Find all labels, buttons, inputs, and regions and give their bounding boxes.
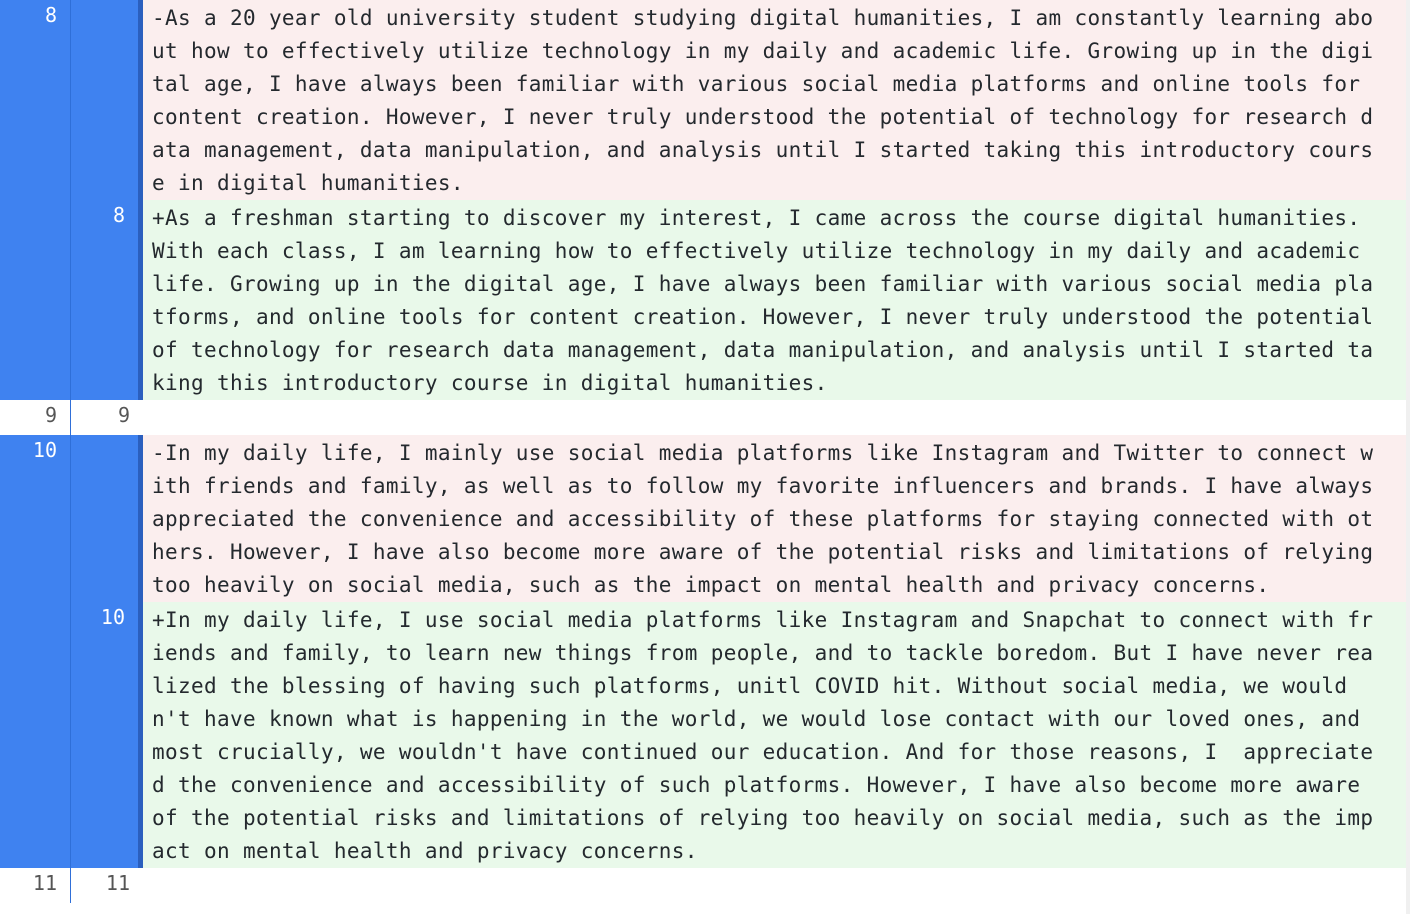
code-line: -As a 20 year old university student stu… xyxy=(152,6,1374,30)
code-line: ut how to effectively utilize technology… xyxy=(152,39,1374,63)
code-line: tforms, and online tools for content cre… xyxy=(152,305,1374,329)
code-line: ith friends and family, as well as to fo… xyxy=(152,474,1374,498)
code-content: -As a 20 year old university student stu… xyxy=(143,0,1410,200)
code-line: tal age, I have always been familiar wit… xyxy=(152,72,1361,96)
new-line-number[interactable] xyxy=(71,435,143,602)
diff-view: 8 -As a 20 year old university student st… xyxy=(0,0,1410,914)
new-line-number[interactable] xyxy=(71,0,143,200)
code-content: +As a freshman starting to discover my i… xyxy=(143,200,1410,400)
old-line-number[interactable]: 11 xyxy=(0,868,71,903)
code-line: lized the blessing of having such platfo… xyxy=(152,674,1348,698)
code-line: With each class, I am learning how to ef… xyxy=(152,239,1361,263)
code-line: most crucially, we wouldn't have continu… xyxy=(152,740,1374,764)
new-line-number[interactable]: 9 xyxy=(71,400,143,435)
new-line-number[interactable]: 11 xyxy=(71,868,143,903)
code-line: too heavily on social media, such as the… xyxy=(152,573,1270,597)
code-line: content creation. However, I never truly… xyxy=(152,105,1374,129)
old-line-number[interactable]: 8 xyxy=(0,0,71,200)
context-line: 11 11 xyxy=(0,868,1410,903)
added-line-block: 8 +As a freshman starting to discover my … xyxy=(0,200,1410,400)
old-line-number[interactable] xyxy=(0,200,71,400)
code-line: +In my daily life, I use social media pl… xyxy=(152,608,1374,632)
code-line: e in digital humanities. xyxy=(152,171,464,195)
code-line: iends and family, to learn new things fr… xyxy=(152,641,1374,665)
code-line: -In my daily life, I mainly use social m… xyxy=(152,441,1374,465)
code-line: +As a freshman starting to discover my i… xyxy=(152,206,1361,230)
code-line: appreciated the convenience and accessib… xyxy=(152,507,1374,531)
code-content xyxy=(143,868,1410,903)
diff-rows: 8 -As a 20 year old university student st… xyxy=(0,0,1410,903)
code-line: king this introductory course in digital… xyxy=(152,371,828,395)
deleted-line-block: 10 -In my daily life, I mainly use social… xyxy=(0,435,1410,602)
code-line: life. Growing up in the digital age, I h… xyxy=(152,272,1374,296)
code-line: of technology for research data manageme… xyxy=(152,338,1374,362)
code-content: -In my daily life, I mainly use social m… xyxy=(143,435,1410,602)
old-line-number[interactable] xyxy=(0,602,71,868)
new-line-number[interactable]: 8 xyxy=(71,200,143,400)
added-line-block: 10 +In my daily life, I use social media … xyxy=(0,602,1410,868)
code-content: +In my daily life, I use social media pl… xyxy=(143,602,1410,868)
scrollbar[interactable] xyxy=(1406,0,1410,914)
old-line-number[interactable]: 10 xyxy=(0,435,71,602)
code-line: n't have known what is happening in the … xyxy=(152,707,1361,731)
code-line: hers. However, I have also become more a… xyxy=(152,540,1374,564)
code-line: act on mental health and privacy concern… xyxy=(152,839,698,863)
code-content xyxy=(143,400,1410,435)
context-line: 99 xyxy=(0,400,1410,435)
old-line-number[interactable]: 9 xyxy=(0,400,71,435)
new-line-number[interactable]: 10 xyxy=(71,602,143,868)
deleted-line-block: 8 -As a 20 year old university student st… xyxy=(0,0,1410,200)
code-line: d the convenience and accessibility of s… xyxy=(152,773,1361,797)
code-line: of the potential risks and limitations o… xyxy=(152,806,1374,830)
code-line: ata management, data manipulation, and a… xyxy=(152,138,1374,162)
